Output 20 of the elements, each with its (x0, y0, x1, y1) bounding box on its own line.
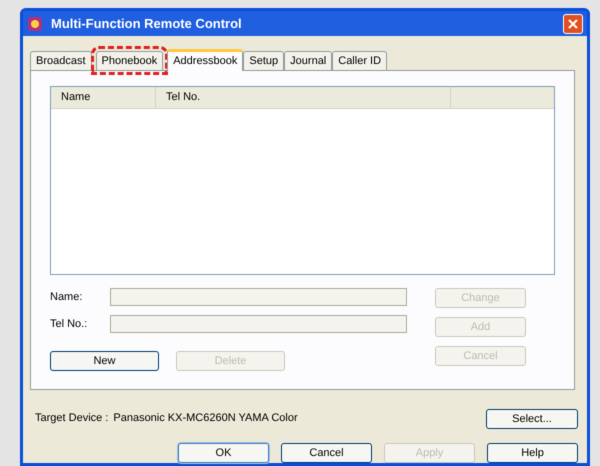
app-icon (27, 16, 43, 32)
dialog-button[interactable]: OK (178, 443, 269, 463)
close-button[interactable] (563, 14, 583, 34)
field-label: Name: (50, 290, 84, 305)
action-button[interactable]: New (50, 351, 159, 371)
tab[interactable]: Setup (243, 51, 284, 70)
tab[interactable]: Journal (284, 51, 332, 70)
tab[interactable]: Caller ID (332, 51, 388, 70)
close-icon (568, 18, 578, 28)
field-label: Tel No.: (50, 316, 88, 332)
target-device-label: Target Device : (35, 410, 108, 426)
tab[interactable]: Broadcast (30, 51, 92, 70)
dialog-button[interactable]: Help (487, 443, 578, 463)
column-header[interactable]: Name (51, 87, 156, 108)
dialog-button[interactable]: Cancel (281, 443, 372, 463)
tab[interactable]: Addressbook (167, 49, 244, 71)
column-header[interactable]: Tel No. (156, 87, 451, 108)
select-button[interactable]: Select... (486, 409, 578, 430)
window-title: Multi-Function Remote Control (51, 14, 243, 33)
target-device-name: Panasonic KX-MC6260N YAMA Color (113, 410, 299, 426)
